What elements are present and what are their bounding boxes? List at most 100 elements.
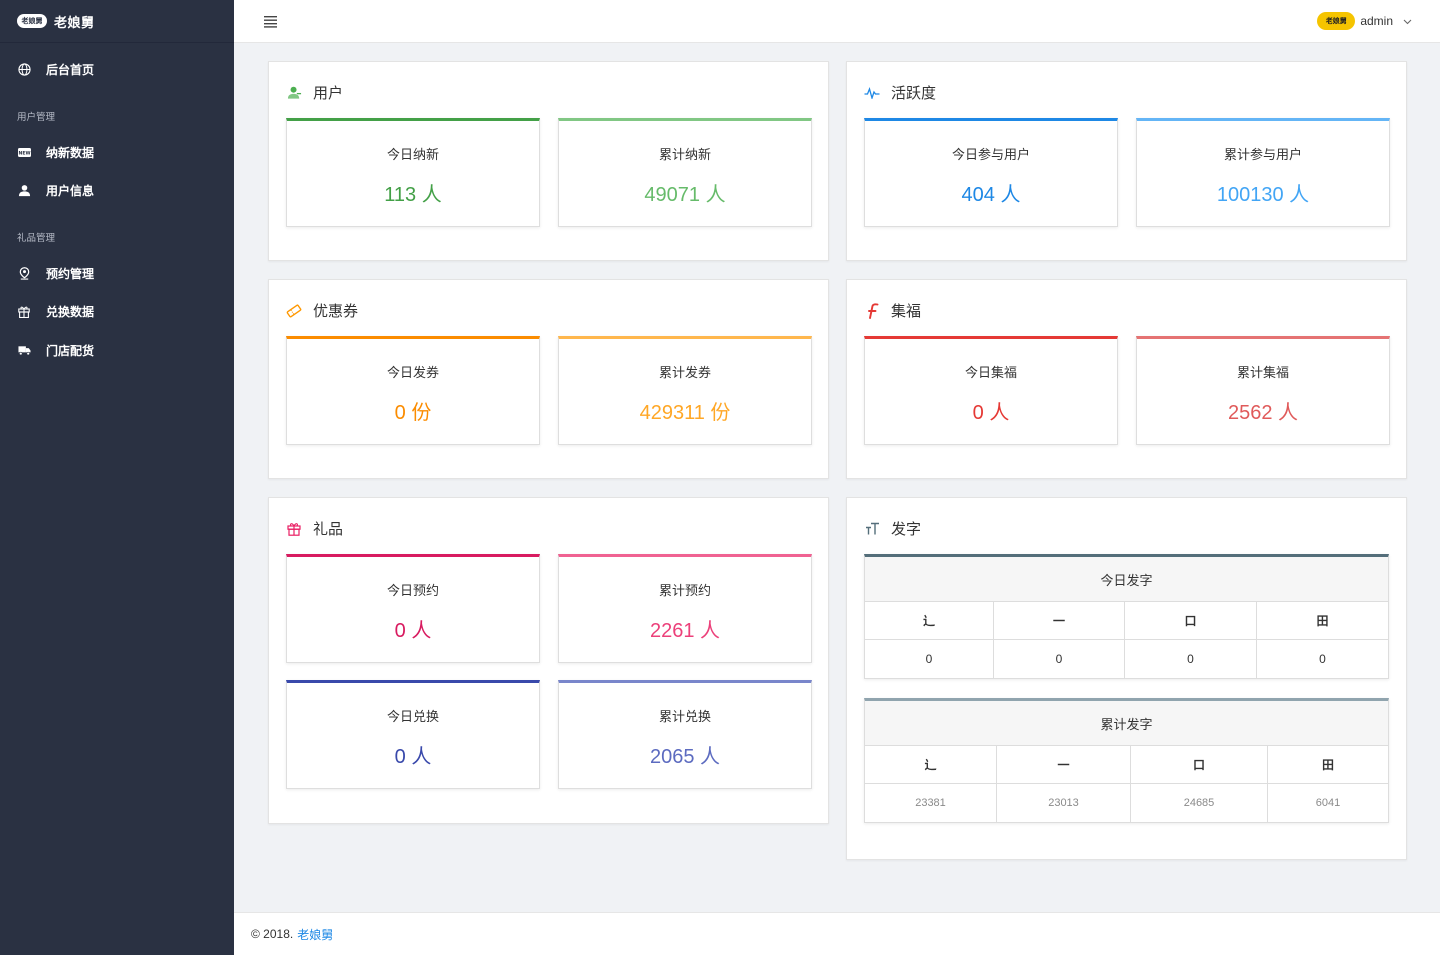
table-cell: 0 (865, 640, 994, 678)
copyright-text: © 2018. (251, 927, 294, 941)
user-info-icon (17, 183, 31, 197)
total-words-table: 累计发字 ⻌ 一 口 田 23381 23013 24685 6041 (864, 698, 1389, 823)
table-header-cell: 田 (1316, 614, 1329, 628)
sidebar-item-reservations[interactable]: 预约管理 (0, 255, 234, 291)
text-size-icon (864, 521, 880, 537)
user-icon (286, 85, 302, 101)
sidebar-item-label: 兑换数据 (46, 304, 95, 319)
svg-text:NEW: NEW (18, 150, 30, 156)
table-header-cell: 一 (994, 602, 1125, 639)
stat-value: 2562 人 (1227, 402, 1299, 424)
globe-icon (17, 62, 31, 76)
stat-value: 404 人 (961, 184, 1021, 206)
chevron-down-icon (1403, 12, 1412, 30)
avatar: 老娘舅 (1317, 12, 1356, 30)
footer: © 2018. 老娘舅 (234, 912, 1440, 955)
map-pin-icon (17, 266, 31, 280)
table-row: 23381 23013 24685 6041 (865, 784, 1388, 822)
table-header-cell: ⻌ (865, 746, 997, 783)
table-cell: 0 (994, 640, 1125, 678)
stat-card: 今日参与用户 404 人 (864, 118, 1118, 227)
panel-title: 集福 (891, 303, 922, 320)
sidebar-item-home[interactable]: 后台首页 (0, 51, 234, 87)
sidebar-group-title: 用户管理 (17, 112, 56, 123)
ticket-icon (286, 303, 302, 319)
stat-card: 今日集福 0 人 (864, 336, 1118, 445)
stat-label: 今日发券 (386, 365, 439, 380)
user-panel: 用户 今日纳新 113 人 累计纳新 49071 人 (268, 61, 829, 261)
stat-label: 今日集福 (964, 365, 1017, 380)
stat-card: 累计发券 429311 份 (558, 336, 812, 445)
stat-card: 累计预约 2261 人 (558, 554, 812, 663)
stat-label: 今日纳新 (386, 147, 439, 162)
stat-value: 100130 人 (1216, 184, 1310, 206)
stat-value: 113 人 (384, 184, 442, 206)
brand-logo: 老娘舅 (17, 14, 47, 28)
stat-value: 2261 人 (649, 620, 721, 642)
sidebar-group-title: 礼品管理 (17, 233, 56, 244)
sidebar-item-label: 用户信息 (46, 183, 95, 198)
table-header-cell: 口 (1125, 602, 1257, 639)
table-cell: 23013 (997, 784, 1131, 822)
stat-label: 累计预约 (658, 583, 711, 598)
sidebar-item-label: 后台首页 (46, 62, 95, 77)
sidebar-item-label: 预约管理 (46, 266, 95, 281)
fortune-panel: 集福 今日集福 0 人 累计集福 2562 人 (846, 279, 1407, 479)
activity-panel: 活跃度 今日参与用户 404 人 累计参与用户 100130 人 (846, 61, 1407, 261)
table-cell: 0 (1125, 640, 1257, 678)
panel-title: 优惠券 (313, 303, 359, 320)
table-cell: 6041 (1315, 797, 1341, 809)
table-header-cell: 一 (997, 746, 1131, 783)
panel-title: 礼品 (313, 521, 344, 538)
stat-value: 0 份 (394, 402, 432, 424)
stat-value: 0 人 (394, 746, 432, 768)
table-cell: 23381 (865, 784, 997, 822)
stat-label: 累计纳新 (658, 147, 711, 162)
table-header-row: ⻌ 一 口 田 (865, 602, 1388, 640)
stat-card: 今日预约 0 人 (286, 554, 540, 663)
coupon-panel: 优惠券 今日发券 0 份 累计发券 429311 份 (268, 279, 829, 479)
sidebar: 老娘舅 老娘舅 后台首页 用户管理 NEW 纳新数据 用户信息 礼品管理 预约管… (0, 0, 234, 955)
brand-name: 老娘舅 (54, 14, 95, 30)
user-name: admin (1360, 14, 1393, 28)
stat-value: 0 人 (394, 620, 432, 642)
new-badge-icon: NEW (17, 145, 31, 159)
table-row: 0 0 0 0 (865, 640, 1388, 678)
stat-value: 49071 人 (644, 184, 726, 206)
table-header-cell: 田 (1321, 758, 1334, 772)
today-words-table: 今日发字 ⻌ 一 口 田 0 0 0 0 (864, 554, 1389, 679)
footer-brand-link[interactable]: 老娘舅 (297, 926, 333, 943)
table-cell: 24685 (1131, 784, 1268, 822)
stat-value: 0 人 (972, 402, 1010, 424)
stat-label: 累计兑换 (658, 709, 711, 724)
menu-toggle-icon[interactable] (263, 15, 279, 28)
stat-label: 今日兑换 (386, 709, 439, 724)
table-title: 累计发字 (865, 701, 1388, 746)
stat-value: 429311 份 (639, 402, 731, 424)
sidebar-item-new-data[interactable]: NEW 纳新数据 (0, 134, 234, 170)
stat-label: 累计发券 (658, 365, 711, 380)
user-menu[interactable]: 老娘舅 admin (1317, 12, 1412, 30)
sidebar-item-user-info[interactable]: 用户信息 (0, 172, 234, 208)
stat-label: 今日预约 (386, 583, 439, 598)
sidebar-item-label: 门店配货 (46, 343, 95, 358)
table-title: 今日发字 (865, 557, 1388, 602)
table-header-cell: 口 (1131, 746, 1268, 783)
stat-label: 累计集福 (1236, 365, 1289, 380)
table-header-row: ⻌ 一 口 田 (865, 746, 1388, 784)
sidebar-item-label: 纳新数据 (46, 145, 95, 160)
sidebar-item-store-distribution[interactable]: 门店配货 (0, 332, 234, 368)
truck-icon (17, 343, 31, 357)
panel-title: 用户 (313, 85, 344, 102)
stat-card: 今日纳新 113 人 (286, 118, 540, 227)
table-header-cell: ⻌ (865, 602, 994, 639)
stat-card: 今日发券 0 份 (286, 336, 540, 445)
table-cell: 0 (1319, 652, 1326, 666)
stat-label: 累计参与用户 (1223, 147, 1302, 162)
top-header: 老娘舅 admin (234, 0, 1440, 43)
gift-panel: 礼品 今日预约 0 人 累计预约 2261 人 今日兑换 0 人 累计兑换 20… (268, 497, 829, 824)
stat-card: 累计参与用户 100130 人 (1136, 118, 1390, 227)
sidebar-item-redemptions[interactable]: 兑换数据 (0, 293, 234, 329)
brand[interactable]: 老娘舅 老娘舅 (0, 0, 234, 43)
panel-title: 活跃度 (891, 85, 937, 102)
